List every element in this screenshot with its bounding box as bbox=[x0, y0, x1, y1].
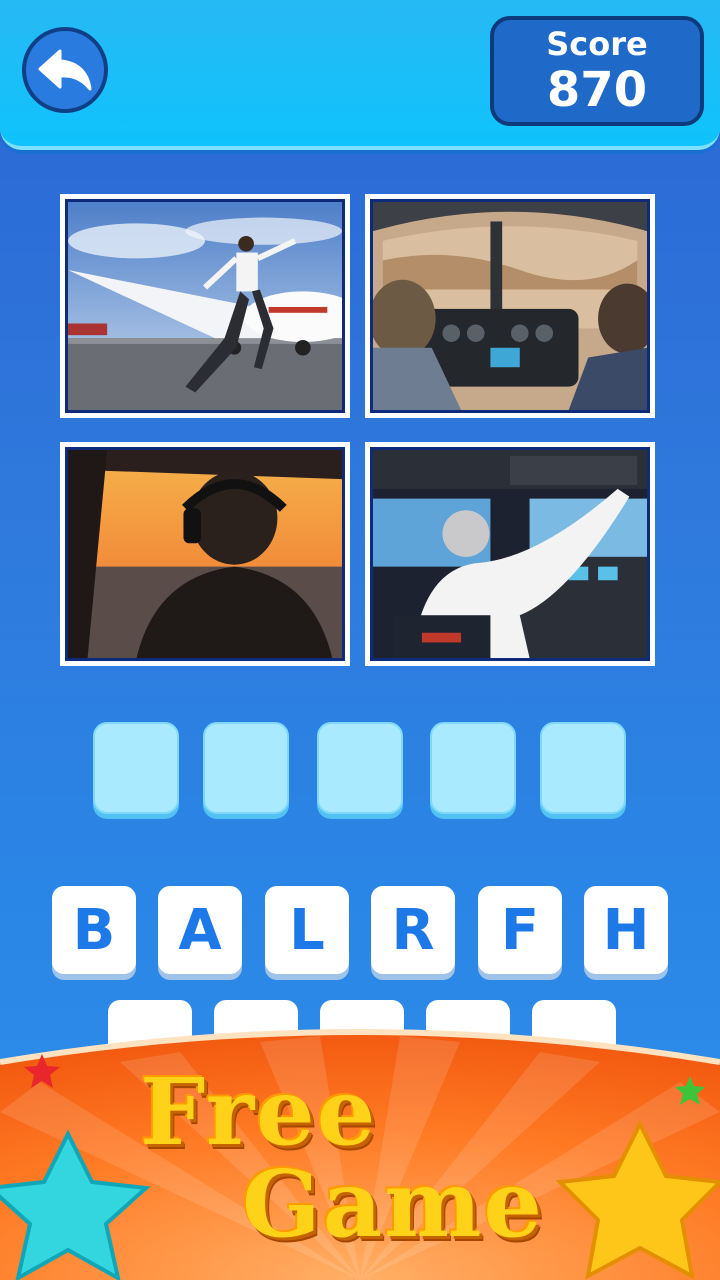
letter-tile[interactable]: R bbox=[371, 886, 455, 974]
letter-tile[interactable]: A bbox=[158, 886, 242, 974]
answer-slot-4[interactable] bbox=[430, 722, 516, 814]
photo-helicopter-cockpit[interactable] bbox=[365, 194, 655, 418]
score-label: Score bbox=[546, 25, 648, 63]
answer-slot-3[interactable] bbox=[317, 722, 403, 814]
banner-title-game: Game bbox=[242, 1150, 545, 1258]
answer-slot-1[interactable] bbox=[93, 722, 179, 814]
score-value: 870 bbox=[546, 62, 648, 118]
photo-airliner-cockpit[interactable] bbox=[365, 442, 655, 666]
letter-tile[interactable]: F bbox=[478, 886, 562, 974]
top-bar: Score 870 bbox=[0, 0, 720, 150]
back-button[interactable] bbox=[22, 27, 108, 113]
photo-pilot-jumping[interactable] bbox=[60, 194, 350, 418]
letter-tile[interactable]: B bbox=[52, 886, 136, 974]
score-panel: Score 870 bbox=[490, 16, 704, 126]
letter-tile[interactable]: H bbox=[584, 886, 668, 974]
letter-tile[interactable]: L bbox=[265, 886, 349, 974]
answer-slot-2[interactable] bbox=[203, 722, 289, 814]
back-arrow-icon bbox=[38, 49, 92, 91]
answer-slot-5[interactable] bbox=[540, 722, 626, 814]
photo-pilot-sunset[interactable] bbox=[60, 442, 350, 666]
